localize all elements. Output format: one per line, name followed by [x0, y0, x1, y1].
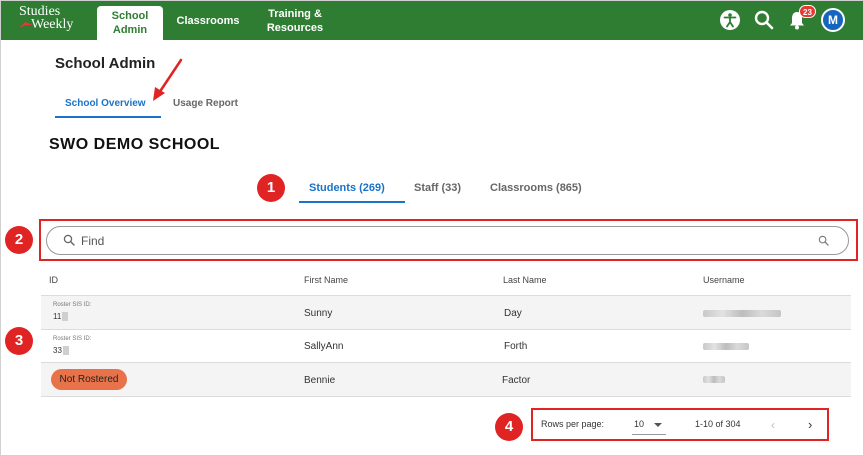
- school-name-heading: SWO DEMO SCHOOL: [49, 136, 221, 153]
- accessibility-icon[interactable]: [719, 9, 741, 31]
- first-name-cell: Bennie: [304, 375, 336, 386]
- callout-marker-2: 2: [5, 226, 33, 254]
- tab-classrooms[interactable]: Classrooms (865): [490, 182, 582, 194]
- avatar[interactable]: M: [821, 8, 845, 32]
- search-icon: [63, 234, 75, 246]
- tab-usage-report[interactable]: Usage Report: [173, 98, 238, 109]
- nav-tab-classrooms[interactable]: Classrooms: [173, 1, 243, 40]
- annotation-arrow-icon: [153, 58, 183, 101]
- sis-id-label: Roster SIS ID:: [53, 302, 92, 308]
- app-window: { "brand": {"line1": "Studies", "line2":…: [0, 0, 864, 456]
- sis-id-value: 33: [53, 346, 62, 355]
- sis-id-label: Roster SIS ID:: [53, 336, 92, 342]
- redacted-id: [63, 346, 69, 355]
- search-input[interactable]: [81, 230, 781, 251]
- tab-school-overview[interactable]: School Overview: [65, 98, 146, 109]
- column-header-first-name[interactable]: First Name: [304, 275, 348, 285]
- tab-staff[interactable]: Staff (33): [414, 182, 461, 194]
- active-tab-indicator: [55, 116, 161, 118]
- redacted-id: [62, 312, 68, 321]
- logo-swoosh-icon: [19, 22, 33, 28]
- pagination-range: 1-10 of 304: [695, 419, 741, 429]
- search-submit-icon[interactable]: [818, 235, 829, 246]
- callout-marker-1: 1: [257, 174, 285, 202]
- callout-marker-4: 4: [495, 413, 523, 441]
- last-name-cell: Forth: [504, 341, 528, 352]
- last-name-cell: Factor: [502, 375, 531, 386]
- last-name-cell: Day: [504, 308, 522, 319]
- redacted-username: [703, 343, 749, 350]
- sis-id-value: 11: [53, 312, 62, 321]
- rows-per-page-select[interactable]: 10: [634, 419, 644, 429]
- chevron-left-icon[interactable]: ‹: [771, 418, 775, 432]
- redacted-username: [703, 310, 781, 317]
- caret-down-icon[interactable]: [654, 423, 662, 427]
- nav-tab-school-admin[interactable]: School Admin: [97, 6, 163, 40]
- table-row[interactable]: [41, 363, 851, 396]
- select-underline: [632, 434, 666, 435]
- rows-per-page-label: Rows per page:: [541, 419, 605, 429]
- chevron-right-icon[interactable]: ›: [808, 417, 812, 432]
- top-navbar: Studies Weekly School Admin Classrooms T…: [1, 1, 863, 40]
- callout-marker-3: 3: [5, 327, 33, 355]
- page-title: School Admin: [55, 55, 156, 72]
- status-badge-not-rostered: Not Rostered: [51, 369, 127, 390]
- first-name-cell: Sunny: [304, 308, 333, 319]
- active-entity-tab-indicator: [299, 201, 405, 203]
- notification-badge: 23: [799, 5, 816, 18]
- column-header-id[interactable]: ID: [49, 275, 58, 285]
- search-icon[interactable]: [753, 9, 775, 31]
- nav-tab-training-resources[interactable]: Training & Resources: [261, 1, 329, 40]
- redacted-username: [703, 376, 725, 383]
- first-name-cell: SallyAnn: [304, 341, 344, 352]
- studies-weekly-logo[interactable]: Studies Weekly: [19, 5, 83, 35]
- tab-students[interactable]: Students (269): [309, 182, 385, 194]
- row-divider: [41, 396, 851, 397]
- column-header-username[interactable]: Username: [703, 275, 745, 285]
- column-header-last-name[interactable]: Last Name: [503, 275, 547, 285]
